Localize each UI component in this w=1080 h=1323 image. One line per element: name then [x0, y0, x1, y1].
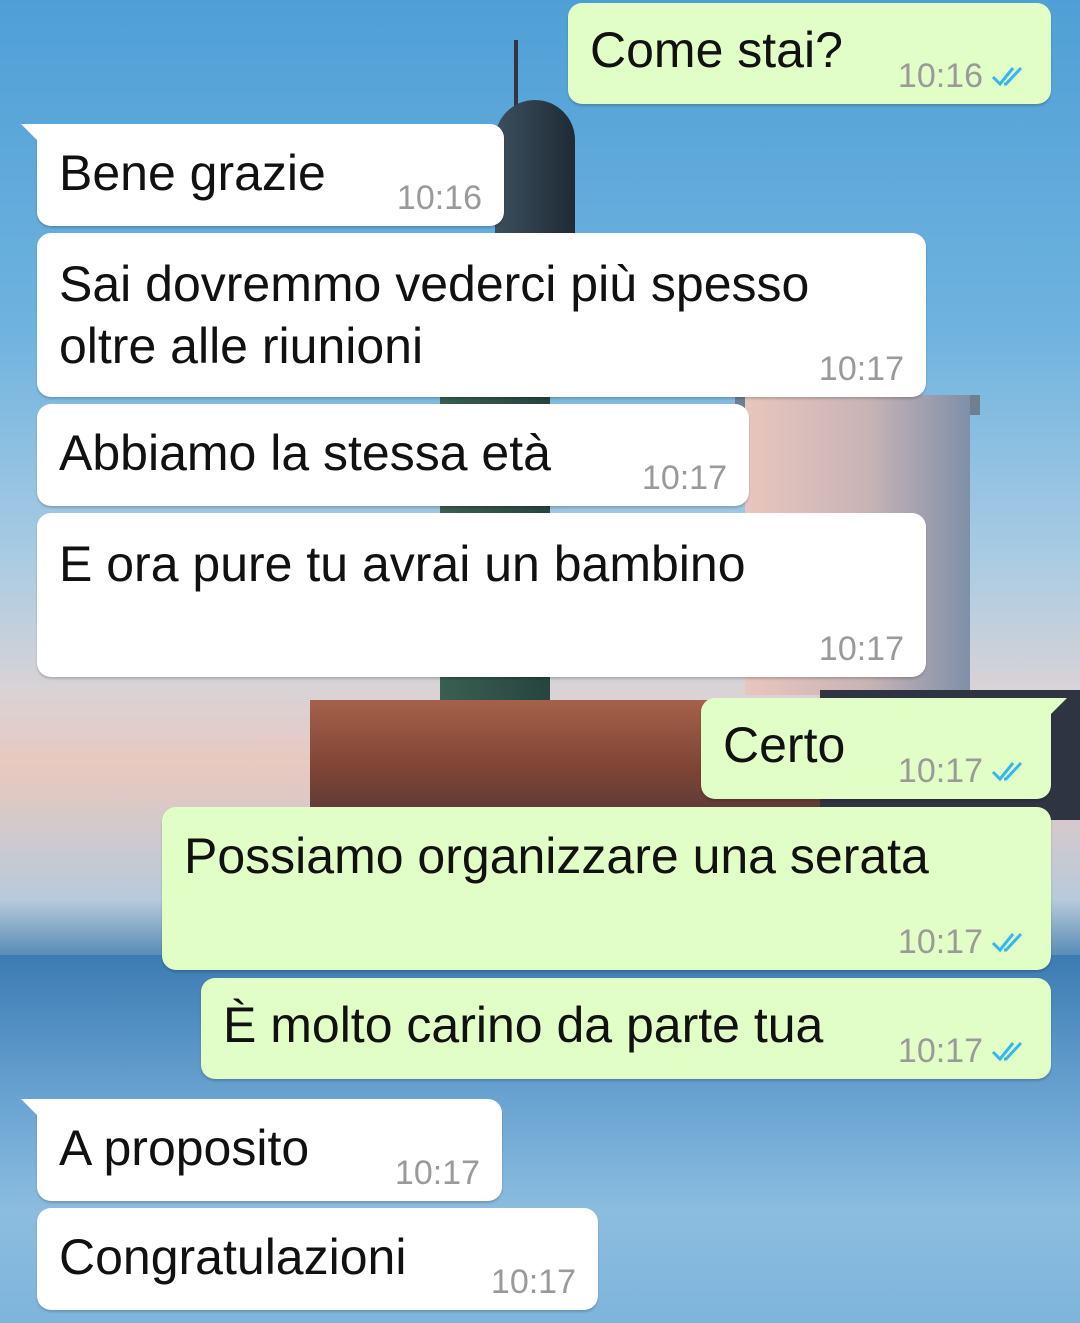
message-incoming[interactable]: Sai dovremmo vederci più spesso oltre al… — [37, 233, 926, 397]
message-outgoing[interactable]: Possiamo organizzare una serata 10:17 — [162, 807, 1051, 970]
message-incoming[interactable]: Bene grazie 10:16 — [21, 124, 504, 226]
message-time: 10:17 — [641, 459, 727, 497]
message-time: 10:17 — [490, 1263, 576, 1301]
message-text: È molto carino da parte tua — [223, 997, 824, 1053]
message-outgoing[interactable]: Certo 10:17 — [701, 698, 1067, 799]
message-time: 10:17 — [897, 752, 983, 790]
message-meta: 10:17 — [642, 458, 727, 498]
message-incoming[interactable]: Congratulazioni 10:17 — [37, 1208, 598, 1310]
message-text: Certo — [723, 717, 846, 773]
message-meta: 10:16 — [397, 178, 482, 218]
bubble-tail — [21, 124, 43, 146]
message-time: 10:17 — [818, 350, 904, 388]
message-meta: 10:17 — [491, 1262, 576, 1302]
message-time: 10:17 — [818, 630, 904, 668]
message-text: Possiamo organizzare una serata — [184, 828, 929, 884]
message-meta: 10:17 — [395, 1153, 480, 1193]
message-text: Bene grazie — [59, 145, 326, 201]
message-text: Come stai? — [590, 22, 843, 78]
message-incoming[interactable]: Abbiamo la stessa età 10:17 — [37, 404, 749, 506]
message-time: 10:17 — [394, 1154, 480, 1192]
double-check-icon — [991, 932, 1023, 953]
message-outgoing[interactable]: Come stai? 10:16 — [568, 3, 1051, 104]
bubble-tail — [1045, 698, 1067, 720]
message-text: Abbiamo la stessa età — [59, 425, 551, 481]
message-meta: 10:17 — [898, 751, 1029, 791]
message-time: 10:16 — [396, 179, 482, 217]
message-text: E ora pure tu avrai un bambino — [59, 536, 746, 592]
message-time: 10:16 — [897, 57, 983, 95]
message-meta: 10:17 — [898, 922, 1029, 962]
message-text: Congratulazioni — [59, 1229, 407, 1285]
double-check-icon — [991, 1041, 1023, 1062]
double-check-icon — [991, 761, 1023, 782]
wallpaper-lighthouse-dome — [495, 100, 575, 240]
message-text: A proposito — [59, 1120, 310, 1176]
message-text: Sai dovremmo vederci più spesso oltre al… — [59, 256, 810, 374]
message-meta: 10:16 — [898, 56, 1029, 96]
message-time: 10:17 — [897, 923, 983, 961]
message-meta: 10:17 — [819, 349, 904, 389]
message-outgoing[interactable]: È molto carino da parte tua 10:17 — [201, 978, 1051, 1079]
message-time: 10:17 — [897, 1032, 983, 1070]
double-check-icon — [991, 66, 1023, 87]
bubble-tail — [21, 1099, 43, 1121]
message-meta: 10:17 — [819, 629, 904, 669]
message-incoming[interactable]: A proposito 10:17 — [21, 1099, 502, 1201]
message-meta: 10:17 — [898, 1031, 1029, 1071]
message-incoming[interactable]: E ora pure tu avrai un bambino 10:17 — [37, 513, 926, 677]
